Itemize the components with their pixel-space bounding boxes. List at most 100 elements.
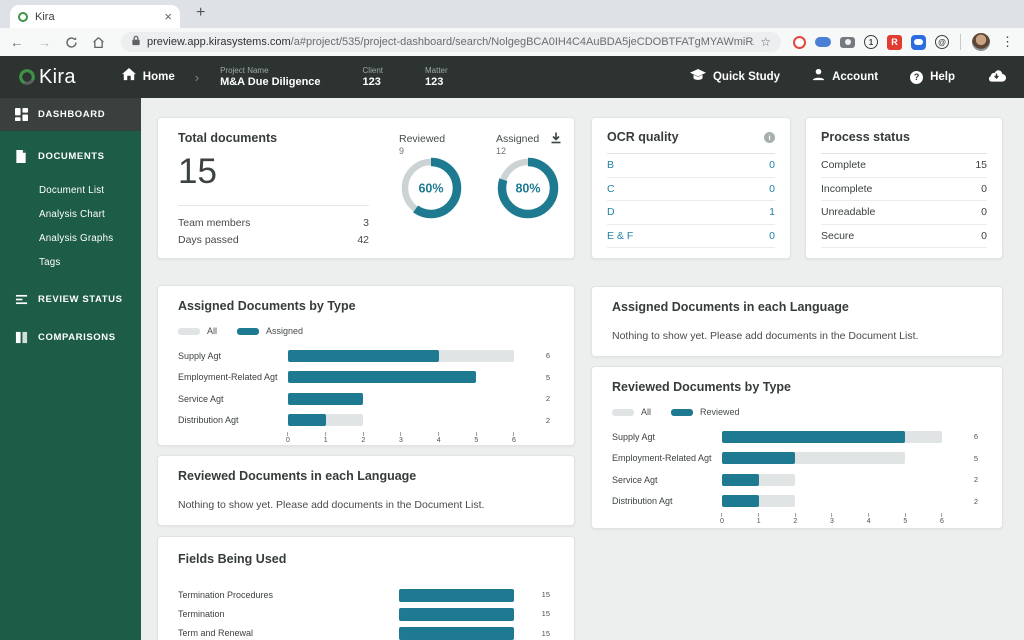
divider (178, 205, 369, 206)
table-row[interactable]: C0 (607, 178, 775, 201)
home-icon[interactable] (92, 36, 105, 49)
extension-at-icon[interactable]: @ (935, 35, 949, 49)
reload-icon[interactable] (65, 36, 78, 49)
sidebar-item-label: Analysis Graphs (39, 232, 114, 244)
sidebar-item-document-list[interactable]: Document List (0, 178, 141, 202)
matter-block: Matter 123 (425, 66, 448, 88)
chart-bar-row: Distribution Agt 2 (612, 495, 978, 508)
browser-tab[interactable]: Kira × (10, 5, 180, 28)
brand-name: Kira (39, 65, 76, 88)
info-icon[interactable]: i (764, 131, 775, 143)
summary-stat-row: Days passed 42 (178, 233, 369, 246)
app-header: Kira Home › Project Name M&A Due Diligen… (0, 56, 1024, 98)
extension-r-icon[interactable]: R (887, 34, 902, 50)
review-status-icon (15, 293, 29, 306)
project-name-block: Project Name M&A Due Diligence (220, 66, 320, 88)
chart-title: Reviewed Documents by Type (612, 380, 791, 394)
fields-being-used-card: Fields Being Used Termination Procedures… (157, 536, 575, 640)
client-label: Client (362, 66, 383, 75)
donut-group: Reviewed 9 60% Assigned 12 80% (369, 131, 560, 258)
project-name-label: Project Name (220, 66, 269, 75)
chart-bar-row: Supply Agt 6 (178, 349, 550, 362)
kira-logo[interactable]: Kira (18, 66, 76, 89)
graduation-cap-icon (689, 68, 706, 87)
summary-stats: Team members 3 Days passed 42 (178, 214, 369, 248)
sidebar-item-review-status[interactable]: REVIEW STATUS (0, 283, 141, 316)
ocr-quality-card: OCR quality i B0C0D1E & F0 (591, 117, 791, 259)
table-row: Secure 0 (821, 225, 987, 248)
donut-assigned: Assigned 12 80% (496, 133, 560, 258)
sidebar-item-tags[interactable]: Tags (0, 250, 141, 274)
assigned-documents-language-card: Assigned Documents in each Language Noth… (591, 286, 1003, 357)
reviewed-documents-by-type-card: Reviewed Documents by Type All Reviewed Su… (591, 366, 1003, 529)
toolbar-divider (960, 34, 961, 50)
card-title: OCR quality (607, 130, 679, 144)
client-block: Client 123 (363, 66, 383, 88)
legend-swatch (671, 408, 694, 416)
download-button[interactable] (549, 131, 563, 150)
sidebar-item-label: DOCUMENTS (38, 151, 105, 162)
comparisons-icon (15, 331, 29, 344)
tab-close-icon[interactable]: × (164, 10, 172, 23)
chart-bar-row: Employment-Related Agt 5 (612, 452, 978, 465)
extension-circled-one-icon[interactable]: 1 (864, 35, 878, 49)
quick-study-button[interactable]: Quick Study (689, 68, 780, 87)
sidebar-item-documents[interactable]: DOCUMENTS (0, 140, 141, 173)
svg-text:60%: 60% (418, 182, 443, 196)
table-row[interactable]: E & F0 (607, 225, 775, 248)
cloud-download-button[interactable] (987, 68, 1006, 87)
svg-text:80%: 80% (515, 182, 540, 196)
address-bar[interactable]: preview.app.kirasystems.com/a#project/53… (121, 32, 781, 52)
new-tab-button[interactable]: + (196, 4, 205, 22)
chart-title: Reviewed Documents in each Language (178, 469, 417, 483)
home-nav-icon[interactable] (121, 68, 136, 86)
sidebar-item-analysis-chart[interactable]: Analysis Chart (0, 202, 141, 226)
card-title: Process status (821, 130, 910, 144)
profile-avatar[interactable] (972, 33, 990, 51)
card-title: Total documents (178, 131, 278, 145)
browser-menu-icon[interactable]: ⋮ (1001, 34, 1014, 50)
table-row: Unreadable 0 (821, 201, 987, 225)
browser-tab-strip: Kira × + (0, 0, 1024, 28)
extension-chat-icon[interactable] (911, 34, 926, 50)
legend-swatch (237, 327, 260, 335)
dashboard-icon (15, 108, 29, 121)
extension-circle-icon[interactable] (793, 35, 806, 49)
sidebar-item-comparisons[interactable]: COMPARISONS (0, 321, 141, 354)
chart-bar-row: Employment-Related Agt 5 (178, 371, 550, 384)
back-icon[interactable]: ← (10, 35, 24, 50)
sidebar-item-dashboard[interactable]: DASHBOARD (0, 98, 141, 131)
legend-swatch (178, 327, 200, 335)
help-button[interactable]: ? Help (910, 70, 955, 84)
bookmark-star-icon[interactable]: ☆ (760, 35, 771, 49)
url-text: preview.app.kirasystems.com/a#project/53… (147, 36, 754, 48)
legend-swatch (612, 408, 634, 416)
account-button[interactable]: Account (812, 68, 878, 86)
table-row[interactable]: B0 (607, 154, 775, 178)
table-row[interactable]: D1 (607, 201, 775, 225)
cloud-download-icon (987, 68, 1006, 87)
process-rows: Complete 15 Incomplete 0 Unreadable 0 Secure 0 (821, 154, 987, 248)
browser-window: Kira × + ← → preview.app.kirasystems.com… (0, 0, 1024, 640)
dashboard-content: Total documents 15 Team members 3 Days pas… (141, 98, 1024, 640)
person-icon (812, 68, 825, 86)
table-row: Complete 15 (821, 154, 987, 178)
assigned-documents-by-type-card: Assigned Documents by Type All Assigned Su… (157, 285, 575, 446)
sidebar-nav: DASHBOARD DOCUMENTS Document List Analysis … (0, 98, 141, 640)
chart-bar-row: Supply Agt 6 (612, 430, 978, 443)
reviewed-by-type-chart: All Reviewed Supply Agt 6 Employment-Related… (612, 407, 982, 530)
sidebar-item-analysis-graphs[interactable]: Analysis Graphs (0, 226, 141, 250)
total-documents-card: Total documents 15 Team members 3 Days pas… (157, 117, 575, 259)
extension-key-icon[interactable] (815, 37, 831, 47)
chart-x-axis: 0123456 (612, 512, 982, 530)
home-link[interactable]: Home (143, 71, 175, 83)
sidebar-item-label: Tags (39, 256, 61, 268)
sidebar-item-label: Analysis Chart (39, 208, 105, 220)
chart-title: Fields Being Used (178, 552, 287, 566)
extension-camera-icon[interactable] (840, 36, 855, 48)
extensions-row: 1 R @ ⋮ (793, 33, 1014, 51)
kira-logo-ring-icon (19, 69, 35, 85)
chart-bar-row: Termination 15 (178, 607, 550, 621)
forward-icon[interactable]: → (38, 35, 52, 50)
chart-title: Assigned Documents by Type (178, 299, 356, 313)
